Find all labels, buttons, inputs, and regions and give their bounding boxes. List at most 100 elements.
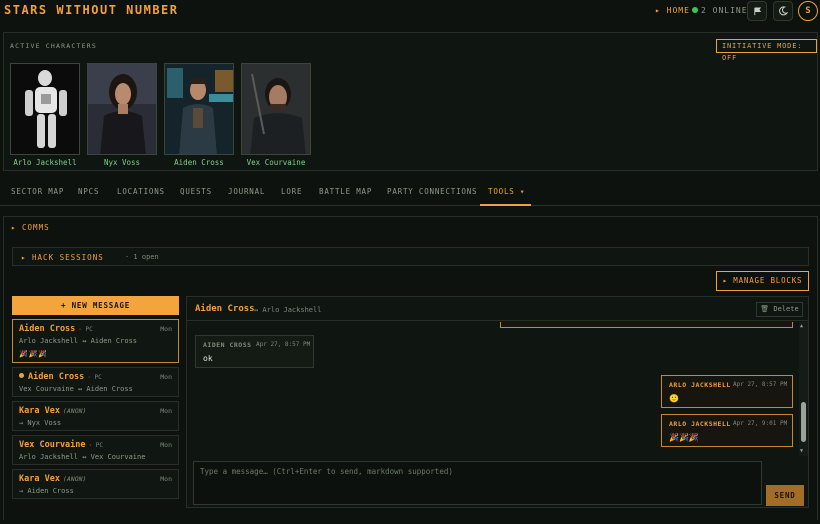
thread-participants: Vex Courvaine ↔ Aiden Cross <box>19 385 133 393</box>
message-author: ARLO JACKSHELL <box>669 420 731 428</box>
message-author: ARLO JACKSHELL <box>669 381 731 389</box>
character-name: Aiden Cross <box>174 158 224 167</box>
character-card[interactable]: Aiden Cross <box>164 63 234 167</box>
message-text: 🎉🎉🎉 <box>669 433 699 442</box>
character-card[interactable]: Arlo Jackshell <box>10 63 80 167</box>
thread-item[interactable]: Aiden Cross · PC Mon Vex Courvaine ↔ Aide… <box>12 367 179 397</box>
active-characters-panel: ACTIVE CHARACTERS INITIATIVE MODE: OFF A… <box>3 32 818 171</box>
thread-name-text: Kara Vex <box>19 474 60 484</box>
thread-tag: (ANON) <box>62 407 87 415</box>
thread-item[interactable]: Vex Courvaine · PC Mon Arlo Jackshell ↔ V… <box>12 435 179 465</box>
thread-participants: → Aiden Cross <box>19 487 74 495</box>
thread-name-text: Aiden Cross <box>28 372 85 382</box>
tab-tools[interactable]: TOOLS ▾ <box>488 187 525 196</box>
thread-preview: 🎉🎉🎉 <box>19 350 49 358</box>
message-author: AIDEN CROSS <box>203 341 252 349</box>
active-characters-label: ACTIVE CHARACTERS <box>10 42 97 50</box>
thread-name: Aiden Cross · PC <box>19 372 102 382</box>
thread-name-text: Kara Vex <box>19 406 60 416</box>
character-name: Arlo Jackshell <box>13 158 77 167</box>
main-tabs: SECTOR MAP NPCS LOCATIONS QUESTS JOURNAL… <box>0 178 820 206</box>
thread-name: Aiden Cross · PC <box>19 324 93 334</box>
character-card[interactable]: Nyx Voss <box>87 63 157 167</box>
initiative-mode-button[interactable]: INITIATIVE MODE: OFF <box>716 39 817 62</box>
thread-day: Mon <box>160 475 172 483</box>
character-card[interactable]: Vex Courvaine <box>241 63 311 167</box>
message-bubble-partial <box>500 322 793 328</box>
message-time: Apr 27, 9:01 PM <box>733 420 788 427</box>
scroll-up-icon[interactable]: ▲ <box>800 323 803 329</box>
message-scrollbar[interactable]: ▲ ▼ <box>799 322 808 456</box>
woman-portrait-icon <box>88 64 156 154</box>
warrior-portrait-icon <box>242 64 310 154</box>
new-message-button[interactable]: + NEW MESSAGE <box>12 296 179 315</box>
message-time: Apr 27, 8:57 PM <box>256 341 311 348</box>
moon-icon <box>779 6 788 16</box>
online-count: 2 ONLINE <box>701 6 748 15</box>
thread-item[interactable]: Aiden Cross · PC Mon Arlo Jackshell ↔ Aid… <box>12 319 179 363</box>
manage-blocks-button[interactable]: ▸ MANAGE BLOCKS <box>716 271 809 291</box>
conversation-with: ↔ Arlo Jackshell <box>254 306 322 314</box>
tab-journal[interactable]: JOURNAL <box>228 187 265 196</box>
thread-participants: Arlo Jackshell ↔ Aiden Cross <box>19 337 138 345</box>
active-tab-underline <box>480 204 531 206</box>
scroll-down-icon[interactable]: ▼ <box>800 448 803 454</box>
tab-party-connections[interactable]: PARTY CONNECTIONS <box>387 187 477 196</box>
message-list[interactable]: AIDEN CROSS Apr 27, 8:57 PM ok ARLO JACK… <box>187 322 799 456</box>
thread-day: Mon <box>160 373 172 381</box>
tab-quests[interactable]: QUESTS <box>180 187 212 196</box>
message-text: ok <box>203 354 213 363</box>
online-status: 2 ONLINE <box>692 6 748 15</box>
delete-conversation-button[interactable]: 🗑 Delete <box>756 302 803 317</box>
thread-tag: · PC <box>87 374 102 381</box>
conversation-name: Aiden Cross <box>195 304 255 314</box>
conversation-panel: Aiden Cross ↔ Arlo Jackshell 🗑 Delete AI… <box>186 296 809 508</box>
tab-npcs[interactable]: NPCS <box>78 187 99 196</box>
send-button[interactable]: SEND <box>766 485 804 506</box>
user-avatar[interactable]: S <box>798 1 818 21</box>
character-portrait <box>87 63 157 155</box>
thread-name-text: Vex Courvaine <box>19 440 86 450</box>
hack-sessions-count: · 1 open <box>125 253 159 261</box>
home-link[interactable]: ▸ HOME <box>655 6 690 15</box>
message-time: Apr 27, 8:57 PM <box>733 381 788 388</box>
tab-sector-map[interactable]: SECTOR MAP <box>11 187 64 196</box>
tab-battle-map[interactable]: BATTLE MAP <box>319 187 372 196</box>
online-dot-icon <box>692 7 698 13</box>
comms-toggle[interactable]: ▸ COMMS <box>11 223 50 232</box>
tab-locations[interactable]: LOCATIONS <box>117 187 165 196</box>
flag-button[interactable] <box>747 1 767 21</box>
message-bubble: AIDEN CROSS Apr 27, 8:57 PM ok <box>195 335 314 368</box>
thread-participants: Arlo Jackshell ↔ Vex Courvaine <box>19 453 146 461</box>
thread-name: Vex Courvaine · PC <box>19 440 103 450</box>
message-input[interactable]: Type a message… (Ctrl+Enter to send, mar… <box>193 461 762 505</box>
message-text: 🙂 <box>669 394 679 403</box>
character-portrait <box>10 63 80 155</box>
thread-day: Mon <box>160 325 172 333</box>
thread-name: Kara Vex (ANON) <box>19 406 86 416</box>
scroll-thumb[interactable] <box>801 402 806 442</box>
theme-toggle-button[interactable] <box>773 1 793 21</box>
thread-item[interactable]: Kara Vex (ANON) Mon → Aiden Cross <box>12 469 179 499</box>
conversation-header: Aiden Cross ↔ Arlo Jackshell 🗑 Delete <box>187 297 808 321</box>
thread-participants: → Nyx Voss <box>19 419 62 427</box>
message-bubble: ARLO JACKSHELL Apr 27, 9:01 PM 🎉🎉🎉 <box>661 414 793 447</box>
character-portrait <box>241 63 311 155</box>
hack-sessions-label: ▸ HACK SESSIONS <box>21 253 104 262</box>
thread-tag: (ANON) <box>62 475 87 483</box>
thread-name: Kara Vex (ANON) <box>19 474 86 484</box>
thread-item[interactable]: Kara Vex (ANON) Mon → Nyx Voss <box>12 401 179 431</box>
thread-name-text: Aiden Cross <box>19 324 76 334</box>
app-title[interactable]: STARS WITHOUT NUMBER <box>4 3 179 17</box>
character-name: Vex Courvaine <box>246 158 306 167</box>
thread-tag: · PC <box>88 442 103 449</box>
unread-dot-icon <box>19 373 24 378</box>
tab-lore[interactable]: LORE <box>281 187 302 196</box>
man-street-portrait-icon <box>165 64 233 154</box>
top-bar: STARS WITHOUT NUMBER ▸ HOME 2 ONLINE S <box>0 0 820 26</box>
robot-portrait-icon <box>11 64 79 154</box>
character-name: Nyx Voss <box>103 158 141 167</box>
thread-tag: · PC <box>78 326 93 333</box>
thread-day: Mon <box>160 441 172 449</box>
hack-sessions-bar[interactable]: ▸ HACK SESSIONS · 1 open <box>12 247 809 266</box>
